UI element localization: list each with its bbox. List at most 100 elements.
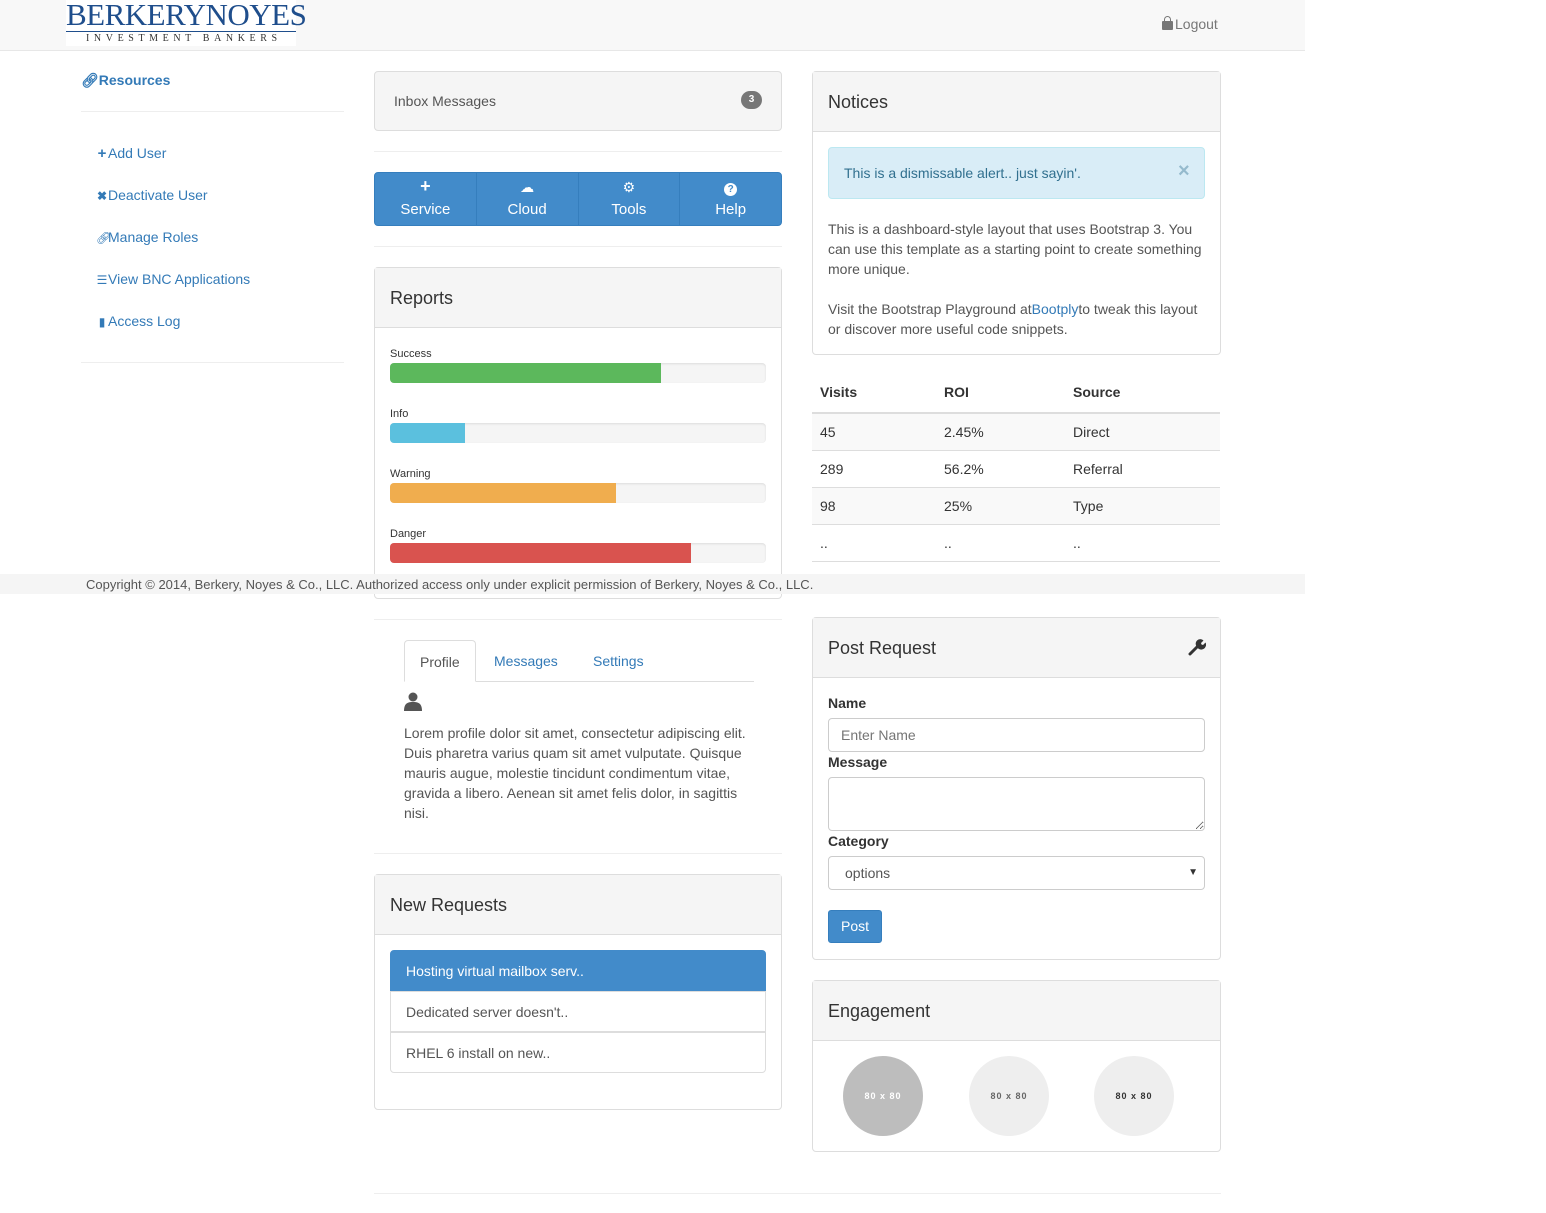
- engagement-circle: 80 x 80: [1094, 1056, 1174, 1136]
- table-cell: ..: [936, 524, 1065, 562]
- sidebar-item-label: Manage Roles: [108, 229, 199, 245]
- bar-label: Warning: [390, 468, 431, 480]
- help-button[interactable]: ? Help: [680, 173, 781, 225]
- panel-heading: Engagement: [813, 981, 1220, 1041]
- button-label: Cloud: [507, 201, 547, 218]
- table-cell: 2.45%: [936, 412, 1065, 451]
- name-label: Name: [828, 695, 867, 711]
- service-button[interactable]: + Service: [375, 173, 477, 225]
- x-icon: ✖: [96, 189, 108, 203]
- inbox-label: Inbox Messages: [394, 93, 496, 109]
- progress-danger: [390, 543, 691, 563]
- notice-paragraph: Visit the Bootstrap Playground atBootply…: [828, 299, 1208, 339]
- table-cell: Type: [1065, 487, 1220, 525]
- table-header-row: Visits ROI Source: [812, 372, 1220, 414]
- divider: [374, 853, 782, 854]
- progress-track: [390, 423, 766, 443]
- tab-settings[interactable]: Settings: [578, 640, 659, 682]
- panel-heading: Reports: [375, 268, 781, 328]
- message-textarea[interactable]: [828, 777, 1205, 831]
- question-icon: ?: [680, 179, 781, 196]
- sidebar-item-add-user[interactable]: + Add User: [96, 145, 167, 162]
- sidebar-item-view-bnc-applications[interactable]: ☰View BNC Applications: [96, 271, 251, 287]
- profile-tabs: Profile Messages Settings: [404, 640, 754, 682]
- panel-title: New Requests: [390, 895, 508, 915]
- progress-track: [390, 483, 766, 503]
- stats-table-wrap: Visits ROI Source 45 2.45% Direct 289 56…: [812, 372, 1220, 562]
- list-item[interactable]: Hosting virtual mailbox serv..: [390, 950, 766, 991]
- alert-text: This is a dismissable alert.. just sayin…: [844, 165, 1081, 181]
- table-cell: ..: [812, 524, 936, 562]
- table-cell: 289: [812, 450, 936, 488]
- category-label: Category: [828, 833, 889, 849]
- book-icon: ▮: [98, 315, 106, 329]
- table-row: .. .. ..: [812, 524, 1220, 562]
- sidebar-item-access-log[interactable]: ▮ Access Log: [96, 313, 181, 329]
- tab-messages[interactable]: Messages: [479, 640, 573, 682]
- button-label: Service: [400, 201, 451, 218]
- post-button[interactable]: Post: [828, 910, 882, 943]
- bar-label: Info: [390, 408, 409, 420]
- list-item[interactable]: Dedicated server doesn't..: [390, 991, 766, 1032]
- notice-paragraph: This is a dashboard-style layout that us…: [828, 221, 1202, 277]
- tab-profile[interactable]: Profile: [404, 640, 476, 682]
- tools-button[interactable]: ⚙ Tools: [579, 173, 681, 225]
- link-icon: 🔗︎: [96, 231, 112, 245]
- progress-warning: [390, 483, 616, 503]
- cloud-button[interactable]: ☁ Cloud: [477, 173, 579, 225]
- sidebar-resources-link[interactable]: 🔗︎Resources: [81, 72, 170, 89]
- wrench-icon[interactable]: [1188, 638, 1206, 656]
- sidebar-item-label: Add User: [108, 145, 167, 161]
- lock-icon: [1162, 16, 1173, 30]
- inbox-well[interactable]: Inbox Messages 3: [374, 71, 782, 131]
- category-select[interactable]: options ▼: [828, 856, 1205, 890]
- bootply-link[interactable]: Bootply: [1032, 301, 1079, 317]
- engagement-circle: 80 x 80: [843, 1056, 923, 1136]
- progress-track: [390, 363, 766, 383]
- engagement-panel: Engagement 80 x 80 80 x 80 80 x 80: [812, 980, 1221, 1152]
- select-value: options: [845, 865, 891, 881]
- user-icon: [404, 692, 422, 711]
- table-cell: Direct: [1065, 412, 1220, 451]
- bar-label: Success: [390, 348, 432, 360]
- list-item[interactable]: RHEL 6 install on new..: [390, 1032, 766, 1073]
- new-requests-panel: New Requests Hosting virtual mailbox ser…: [374, 874, 782, 1110]
- request-list: Hosting virtual mailbox serv.. Dedicated…: [390, 950, 766, 1074]
- panel-title: Engagement: [828, 1001, 931, 1021]
- panel-title: Notices: [828, 92, 889, 112]
- copyright-text: Copyright © 2014, Berkery, Noyes & Co., …: [86, 577, 814, 592]
- sidebar-item-manage-roles[interactable]: 🔗︎Manage Roles: [96, 229, 198, 245]
- close-icon[interactable]: ×: [1178, 160, 1190, 183]
- table-cell: Referral: [1065, 450, 1220, 488]
- sidebar-item-deactivate-user[interactable]: ✖Deactivate User: [96, 187, 208, 203]
- progress-info: [390, 423, 466, 443]
- logout-label: Logout: [1175, 16, 1218, 32]
- sidebar-item-label: Deactivate User: [108, 187, 208, 203]
- panel-heading: Notices: [813, 72, 1220, 132]
- table-row: 289 56.2% Referral: [812, 450, 1220, 488]
- dropdown-arrow-icon: ▼: [1188, 867, 1198, 878]
- name-input[interactable]: [828, 718, 1205, 752]
- company-logo[interactable]: BERKERYNOYES INVESTMENT BANKERS: [66, 0, 307, 46]
- logo-rule: [66, 31, 296, 32]
- button-label: Help: [715, 201, 747, 218]
- gear-icon: ⚙: [622, 179, 636, 195]
- bar-label: Danger: [390, 528, 427, 540]
- action-button-group: + Service ☁ Cloud ⚙ Tools ? Help: [374, 172, 782, 226]
- sidebar-item-label: View BNC Applications: [108, 271, 251, 287]
- post-request-panel: Post Request Name Message Category optio…: [812, 617, 1221, 960]
- reports-panel: Reports Success Info Warning Danger: [374, 267, 782, 599]
- sidebar-divider: [81, 111, 344, 112]
- logout-link[interactable]: Logout: [1162, 16, 1218, 32]
- stats-table: Visits ROI Source 45 2.45% Direct 289 56…: [812, 372, 1220, 562]
- table-row: 98 25% Type: [812, 487, 1220, 525]
- table-cell: 25%: [936, 487, 1065, 525]
- button-label: Tools: [611, 201, 647, 218]
- table-cell: 56.2%: [936, 450, 1065, 488]
- column-header: Visits: [812, 372, 936, 414]
- panel-title: Reports: [390, 288, 454, 308]
- panel-heading: New Requests: [375, 875, 781, 935]
- dismissable-alert: This is a dismissable alert.. just sayin…: [828, 147, 1205, 199]
- plus-icon: +: [420, 176, 431, 196]
- table-row: 45 2.45% Direct: [812, 412, 1220, 451]
